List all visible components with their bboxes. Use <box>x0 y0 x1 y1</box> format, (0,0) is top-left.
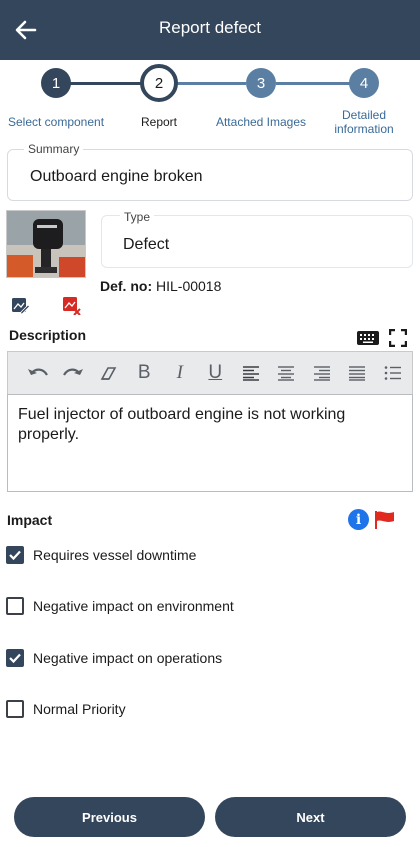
type-caption: Type <box>120 210 155 224</box>
priority-flag-button[interactable] <box>374 510 396 530</box>
align-left-button[interactable] <box>233 352 269 395</box>
info-button[interactable]: i <box>348 509 369 530</box>
fullscreen-button[interactable] <box>388 328 408 348</box>
step-number: 3 <box>256 74 266 92</box>
bulleted-list-button[interactable] <box>375 352 411 395</box>
description-text: Fuel injector of outboard engine is not … <box>18 406 346 443</box>
summary-field[interactable]: Summary Outboard engine broken <box>7 142 413 201</box>
bulleted-list-icon <box>384 366 401 380</box>
impact-option-environment[interactable]: Negative impact on environment <box>6 594 234 618</box>
description-label: Description <box>9 327 87 343</box>
redo-icon <box>63 368 84 376</box>
align-center-icon <box>278 366 295 381</box>
impact-option-label: Normal Priority <box>33 701 126 717</box>
justify-icon <box>349 366 366 381</box>
impact-option-operations[interactable]: Negative impact on operations <box>6 646 222 670</box>
align-center-button[interactable] <box>269 352 305 395</box>
checkbox-unchecked[interactable] <box>6 700 24 718</box>
edit-image-button[interactable] <box>10 295 32 317</box>
edit-image-icon <box>12 298 31 315</box>
step-number: 1 <box>51 74 61 92</box>
undo-icon <box>27 368 48 376</box>
impact-option-label: Negative impact on operations <box>33 650 223 666</box>
app-bar: Report defect <box>0 0 420 60</box>
step-number: 2 <box>154 74 164 92</box>
rich-text-toolbar: B I U <box>7 351 413 394</box>
impact-option-normal-priority[interactable]: Normal Priority <box>6 697 126 721</box>
clear-format-button[interactable] <box>91 352 127 395</box>
align-right-icon <box>313 366 330 381</box>
step-connector <box>276 82 350 85</box>
page-title: Report defect <box>158 18 262 37</box>
step-3[interactable]: 3 <box>246 68 276 98</box>
checkbox-unchecked[interactable] <box>6 597 24 615</box>
defect-number: Def. no: HIL-00018 <box>100 278 221 294</box>
checkmark-icon <box>9 550 21 561</box>
checkbox-checked[interactable] <box>6 649 24 667</box>
defect-number-label: Def. no: <box>100 278 153 294</box>
align-right-button[interactable] <box>304 352 340 395</box>
summary-value: Outboard engine broken <box>30 168 203 185</box>
italic-label: I <box>176 362 183 383</box>
defect-number-value: HIL-00018 <box>156 278 222 294</box>
delete-image-button[interactable] <box>61 295 83 317</box>
checkbox-checked[interactable] <box>6 546 24 564</box>
type-field[interactable]: Type Defect <box>101 210 413 268</box>
keyboard-icon <box>357 331 379 345</box>
impact-option-label: Negative impact on environment <box>33 598 234 614</box>
step-2[interactable]: 2 <box>140 64 178 102</box>
summary-caption: Summary <box>24 142 84 156</box>
step-4[interactable]: 4 <box>349 68 379 98</box>
red-flag-icon <box>375 511 394 529</box>
step-label-attached-images[interactable]: Attached Images <box>206 115 316 129</box>
checkmark-icon <box>9 653 21 664</box>
fullscreen-icon <box>388 328 408 348</box>
description-editor[interactable]: Fuel injector of outboard engine is not … <box>7 394 413 492</box>
step-label-detailed-information[interactable]: Detailed information <box>322 108 406 136</box>
impact-option-label: Requires vessel downtime <box>33 547 197 563</box>
italic-button[interactable]: I <box>162 352 198 395</box>
previous-button[interactable]: Previous <box>14 797 205 837</box>
eraser-icon <box>100 367 117 380</box>
bold-button[interactable]: B <box>127 352 163 395</box>
step-connector <box>176 82 246 85</box>
undo-button[interactable] <box>20 352 56 395</box>
step-number: 4 <box>359 74 369 92</box>
stepper: 1 2 3 4 Select component Report Attached… <box>0 60 420 140</box>
step-1[interactable]: 1 <box>41 68 71 98</box>
impact-label: Impact <box>7 512 53 528</box>
align-left-icon <box>242 366 259 381</box>
defect-image-thumbnail[interactable] <box>6 210 86 278</box>
keyboard-button[interactable] <box>356 329 380 347</box>
impact-option-vessel-downtime[interactable]: Requires vessel downtime <box>6 543 196 567</box>
type-value: Defect <box>123 236 170 253</box>
redo-button[interactable] <box>56 352 92 395</box>
next-button[interactable]: Next <box>215 797 406 837</box>
outboard-engine-photo <box>7 211 85 277</box>
step-connector <box>70 82 150 85</box>
step-label-report[interactable]: Report <box>124 115 194 129</box>
info-icon: i <box>355 511 362 528</box>
step-label-select-component[interactable]: Select component <box>0 115 112 129</box>
underline-label: U <box>208 362 223 383</box>
justify-button[interactable] <box>340 352 376 395</box>
delete-image-icon <box>63 297 81 316</box>
underline-button[interactable]: U <box>198 352 234 395</box>
bold-label: B <box>137 362 151 383</box>
